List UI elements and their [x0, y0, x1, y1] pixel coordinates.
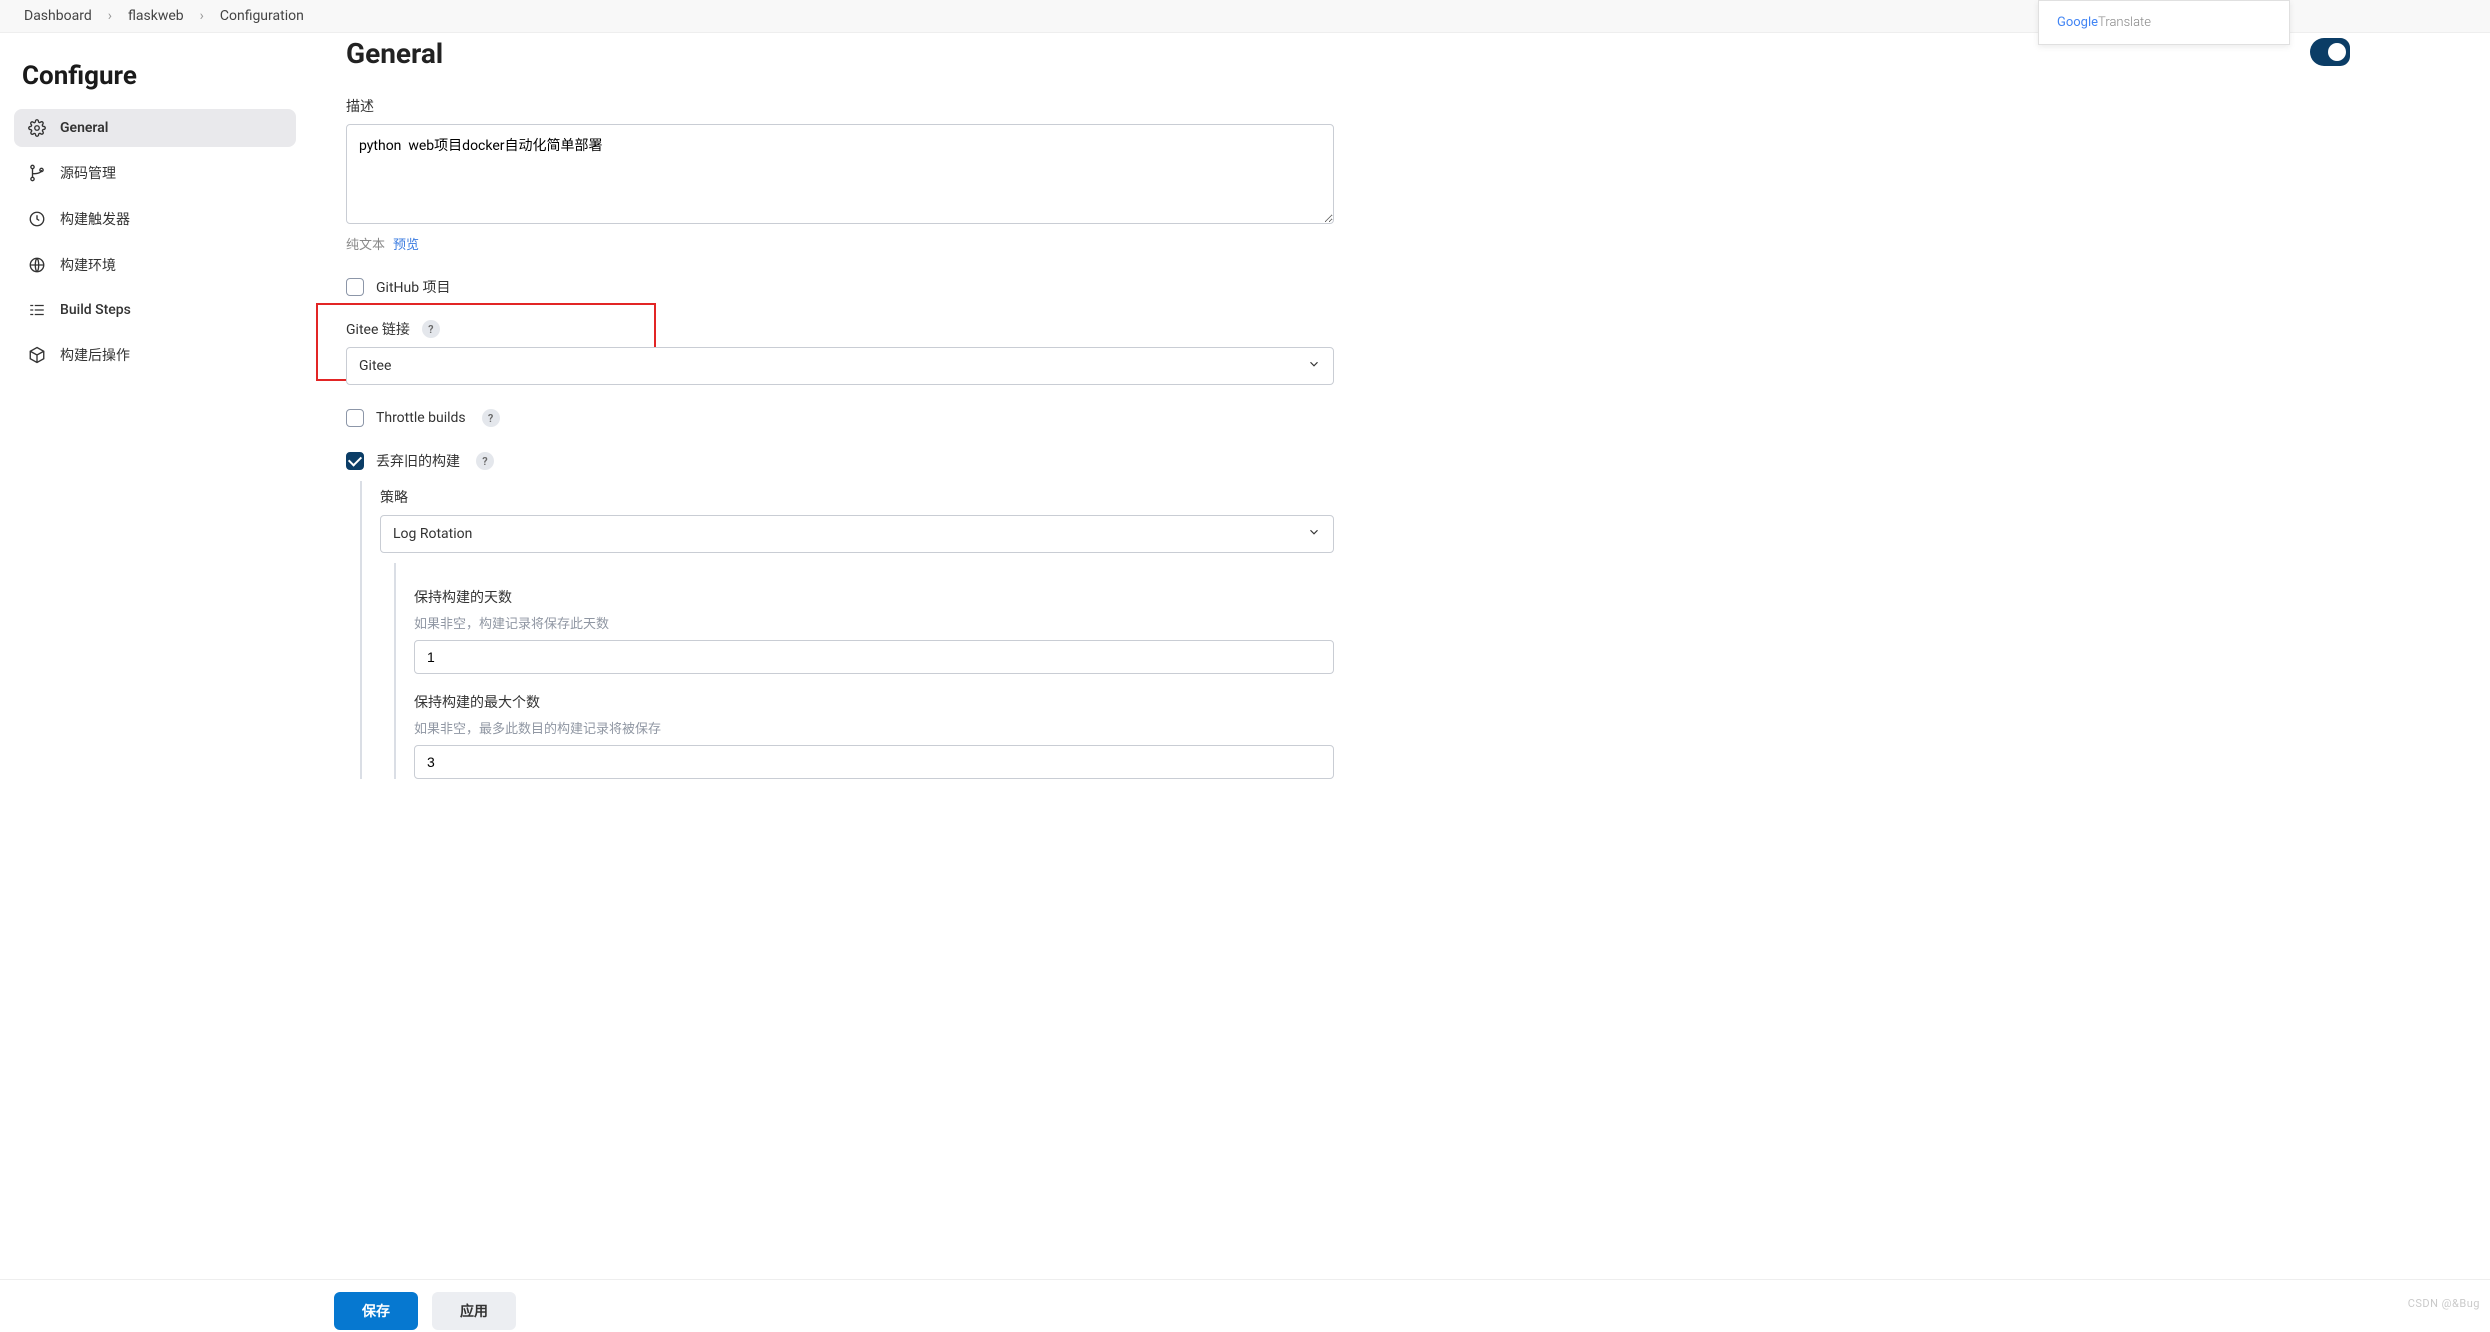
- keep-max-hint: 如果非空，最多此数目的构建记录将被保存: [414, 718, 1334, 737]
- google-brand-label: Google: [2057, 15, 2098, 30]
- discard-old-builds-label: 丢弃旧的构建: [376, 451, 460, 471]
- gitee-select-value: Gitee: [359, 358, 391, 374]
- breadcrumb-configuration[interactable]: Configuration: [220, 8, 304, 24]
- save-button[interactable]: 保存: [334, 1292, 418, 1330]
- sidebar-item-triggers[interactable]: 构建触发器: [14, 199, 296, 239]
- keep-max-label: 保持构建的最大个数: [414, 692, 1334, 712]
- throttle-builds-label: Throttle builds: [376, 410, 466, 426]
- keep-days-hint: 如果非空，构建记录将保存此天数: [414, 613, 1334, 632]
- keep-max-input[interactable]: [414, 745, 1334, 779]
- discard-nested-block: 策略 Log Rotation 保持构建的天数 如果非空，构建记录将保存此天数 …: [360, 481, 1334, 779]
- sidebar-item-source[interactable]: 源码管理: [14, 153, 296, 193]
- help-icon[interactable]: ?: [482, 409, 500, 427]
- chevron-down-icon: [1307, 357, 1321, 375]
- sidebar-item-build-steps[interactable]: Build Steps: [14, 291, 296, 329]
- google-translate-popup[interactable]: GoogleTranslate: [2038, 0, 2290, 45]
- sidebar-item-general[interactable]: General: [14, 109, 296, 147]
- branch-icon: [28, 164, 46, 182]
- translate-label: Translate: [2098, 15, 2151, 30]
- gear-icon: [28, 119, 46, 137]
- bottom-action-bar: 保存 应用: [0, 1279, 2490, 1332]
- throttle-builds-checkbox[interactable]: [346, 409, 364, 427]
- breadcrumb-dashboard[interactable]: Dashboard: [24, 8, 92, 24]
- keep-days-input[interactable]: [414, 640, 1334, 674]
- github-project-label: GitHub 项目: [376, 277, 451, 297]
- chevron-down-icon: [1307, 525, 1321, 543]
- globe-icon: [28, 256, 46, 274]
- chevron-right-icon: ›: [108, 8, 112, 24]
- toggle-switch[interactable]: [2310, 38, 2350, 66]
- page-title: Configure: [22, 61, 296, 91]
- sidebar-item-label: 构建后操作: [60, 345, 130, 365]
- strategy-select-value: Log Rotation: [393, 526, 472, 542]
- strategy-inner-block: 保持构建的天数 如果非空，构建记录将保存此天数 保持构建的最大个数 如果非空，最…: [394, 563, 1334, 779]
- description-textarea[interactable]: [346, 124, 1334, 224]
- sidebar-item-label: 构建触发器: [60, 209, 130, 229]
- apply-button[interactable]: 应用: [432, 1292, 516, 1330]
- gitee-select[interactable]: Gitee: [346, 347, 1334, 385]
- gitee-link-label: Gitee 链接: [346, 319, 410, 339]
- section-heading: General: [346, 37, 1334, 70]
- steps-icon: [28, 301, 46, 319]
- description-label: 描述: [346, 96, 1334, 116]
- sidebar-item-label: General: [60, 120, 108, 136]
- strategy-label: 策略: [380, 487, 1334, 507]
- preview-link[interactable]: 预览: [393, 234, 419, 253]
- sidebar-item-environment[interactable]: 构建环境: [14, 245, 296, 285]
- discard-old-builds-checkbox[interactable]: [346, 452, 364, 470]
- breadcrumb-project[interactable]: flaskweb: [128, 8, 184, 24]
- clock-icon: [28, 210, 46, 228]
- sidebar-item-post-build[interactable]: 构建后操作: [14, 335, 296, 375]
- github-project-checkbox[interactable]: [346, 278, 364, 296]
- sidebar-item-label: Build Steps: [60, 302, 131, 318]
- keep-days-label: 保持构建的天数: [414, 587, 1334, 607]
- sidebar-item-label: 源码管理: [60, 163, 116, 183]
- plain-text-label: 纯文本: [346, 234, 385, 253]
- strategy-select[interactable]: Log Rotation: [380, 515, 1334, 553]
- sidebar-item-label: 构建环境: [60, 255, 116, 275]
- chevron-right-icon: ›: [200, 8, 204, 24]
- watermark-text: CSDN @&Bug: [2408, 1297, 2480, 1310]
- main-content: General 描述 纯文本 预览 GitHub 项目 Gitee 链接 ? G…: [310, 33, 1370, 879]
- package-icon: [28, 346, 46, 364]
- help-icon[interactable]: ?: [422, 320, 440, 338]
- sidebar: Configure General 源码管理 构建触发器 构建环境: [0, 33, 310, 879]
- help-icon[interactable]: ?: [476, 452, 494, 470]
